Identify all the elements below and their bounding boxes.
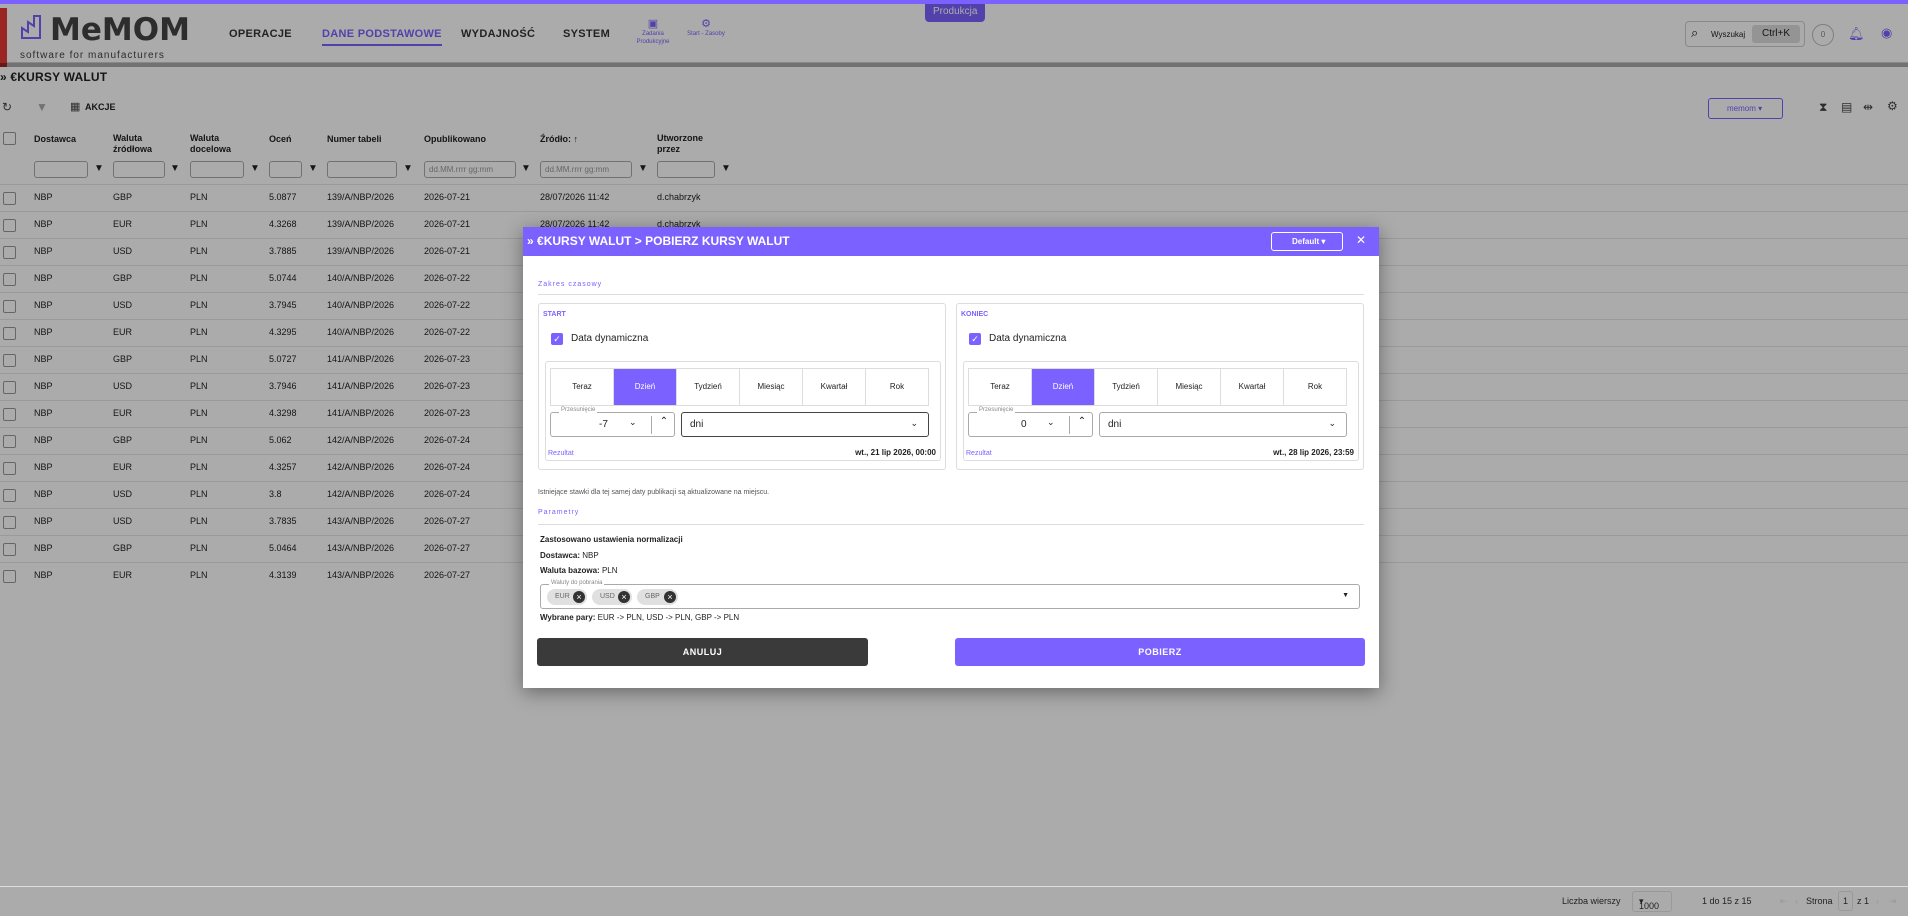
chevron-down-icon[interactable]: ⌄ [1047, 417, 1055, 428]
offset-label: Przesunięcie [559, 407, 598, 413]
start-dynamic-checkbox[interactable]: ✓ [551, 333, 563, 345]
unit-value: dni [1108, 419, 1122, 430]
provider-line: Dostawca: NBP [540, 551, 599, 560]
chip-label: EUR [555, 593, 570, 600]
last-page-icon[interactable]: ⇥ [1889, 896, 1897, 907]
start-period-box: Teraz Dzień Tydzień Miesiąc Kwartał Rok … [545, 361, 941, 461]
start-offset-stepper[interactable]: Przesunięcie -7 ⌄ ⌃ [550, 407, 676, 437]
dialog-header: » €KURSY WALUT > POBIERZ KURSY WALUT Def… [523, 227, 1379, 256]
end-unit-select[interactable]: dni ⌄ [1099, 412, 1347, 437]
end-result-value: wt., 28 lip 2026, 23:59 [1273, 448, 1354, 457]
rows-per-page-label: Liczba wierszy [1562, 896, 1621, 906]
end-period-box: Teraz Dzień Tydzień Miesiąc Kwartał Rok … [963, 361, 1359, 461]
base-currency-label: Waluta bazowa: [540, 566, 600, 575]
start-period-dzien[interactable]: Dzień [613, 368, 677, 406]
pairs-label: Wybrane pary: [540, 613, 596, 622]
start-period-miesiac[interactable]: Miesiąc [739, 368, 803, 406]
offset-value: 0 [1021, 419, 1027, 430]
chevron-down-icon: ⌄ [910, 418, 918, 428]
close-icon[interactable]: ✕ [1356, 233, 1366, 247]
base-currency-line: Waluta bazowa: PLN [540, 566, 618, 575]
currency-chip-usd: USD × [592, 589, 632, 605]
rows-per-page-value: 1000 [1639, 901, 1660, 911]
rows-per-page-select[interactable]: 1000 ▾ [1632, 891, 1672, 912]
end-dynamic-label: Data dynamiczna [989, 333, 1067, 344]
page-input[interactable]: 1 [1838, 891, 1854, 911]
top-bar: MeMOM software for manufacturers Produkc… [0, 0, 1908, 67]
pairs-value: EUR -> PLN, USD -> PLN, GBP -> PLN [597, 613, 740, 622]
chevron-up-icon[interactable]: ⌃ [651, 416, 676, 434]
first-page-icon[interactable]: ⇤ [1780, 896, 1788, 907]
remove-chip-icon[interactable]: × [573, 591, 585, 603]
currencies-label: Waluty do pobrania [549, 580, 605, 586]
start-period-teraz[interactable]: Teraz [550, 368, 614, 406]
end-offset-stepper[interactable]: Przesunięcie 0 ⌄ ⌃ [968, 407, 1094, 437]
chevron-up-icon[interactable]: ⌃ [1069, 416, 1094, 434]
normalization-text: Zastosowano ustawienia normalizacji [540, 535, 683, 544]
start-period-kwartal[interactable]: Kwartał [802, 368, 866, 406]
grid-footer: Liczba wierszy 1000 ▾ 1 do 15 z 15 ⇤ ‹ S… [0, 886, 1908, 916]
chip-label: USD [600, 593, 615, 600]
expand-icon[interactable]: » [527, 234, 537, 248]
cancel-button[interactable]: ANULUJ [537, 638, 868, 666]
end-period-tydzien[interactable]: Tydzień [1094, 368, 1158, 406]
divider [538, 294, 1364, 295]
end-label: KONIEC [961, 311, 989, 318]
remove-chip-icon[interactable]: × [664, 591, 676, 603]
end-period-dzien[interactable]: Dzień [1031, 368, 1095, 406]
pairs-line: Wybrane pary: EUR -> PLN, USD -> PLN, GB… [540, 613, 739, 622]
section-time-range: Zakres czasowy [538, 281, 603, 288]
dialog-title-text: €KURSY WALUT > POBIERZ KURSY WALUT [537, 234, 790, 248]
currency-chip-eur: EUR × [547, 589, 587, 605]
offset-label: Przesunięcie [977, 407, 1016, 413]
next-page-icon[interactable]: › [1876, 896, 1879, 906]
start-label: START [543, 311, 566, 318]
end-period-rok[interactable]: Rok [1283, 368, 1347, 406]
row-range: 1 do 15 z 15 [1702, 896, 1752, 906]
profile-label: Default [1292, 237, 1320, 246]
page-label: Strona [1806, 896, 1833, 906]
chip-label: GBP [645, 593, 660, 600]
provider-value: NBP [582, 551, 599, 560]
chevron-down-icon[interactable]: ▼ [1342, 592, 1349, 599]
currency-chip-gbp: GBP × [637, 589, 678, 605]
result-label: Rezultat [548, 450, 574, 457]
dialog-title: » €KURSY WALUT > POBIERZ KURSY WALUT [527, 234, 790, 248]
chevron-down-icon[interactable]: ⌄ [629, 417, 637, 428]
top-bar-dim [0, 4, 1908, 67]
start-panel: START ✓ Data dynamiczna Teraz Dzień Tydz… [538, 303, 946, 470]
base-currency-value: PLN [601, 566, 618, 575]
prev-page-icon[interactable]: ‹ [1795, 896, 1798, 906]
offset-value: -7 [599, 419, 608, 430]
update-note: Istniejące stawki dla tej samej daty pub… [538, 489, 770, 496]
end-panel: KONIEC ✓ Data dynamiczna Teraz Dzień Tyd… [956, 303, 1364, 470]
remove-chip-icon[interactable]: × [618, 591, 630, 603]
result-label: Rezultat [966, 450, 992, 457]
end-period-kwartal[interactable]: Kwartał [1220, 368, 1284, 406]
page-count: z 1 [1857, 896, 1870, 906]
start-period-rok[interactable]: Rok [865, 368, 929, 406]
start-dynamic-label: Data dynamiczna [571, 333, 649, 344]
start-result-value: wt., 21 lip 2026, 00:00 [855, 448, 936, 457]
end-period-miesiac[interactable]: Miesiąc [1157, 368, 1221, 406]
currencies-multiselect[interactable]: Waluty do pobrania EUR × USD × GBP × ▼ [540, 580, 1360, 609]
end-period-teraz[interactable]: Teraz [968, 368, 1032, 406]
divider [538, 524, 1364, 525]
fetch-rates-dialog: » €KURSY WALUT > POBIERZ KURSY WALUT Def… [523, 227, 1379, 688]
section-params: Parametry [538, 509, 580, 516]
start-unit-select[interactable]: dni ⌄ [681, 412, 929, 437]
provider-label: Dostawca: [540, 551, 581, 560]
unit-value: dni [690, 419, 704, 430]
end-dynamic-checkbox[interactable]: ✓ [969, 333, 981, 345]
chevron-down-icon: ⌄ [1328, 418, 1336, 428]
start-period-tydzien[interactable]: Tydzień [676, 368, 740, 406]
profile-select[interactable]: Default ▾ [1271, 232, 1343, 251]
fetch-button[interactable]: POBIERZ [955, 638, 1365, 666]
